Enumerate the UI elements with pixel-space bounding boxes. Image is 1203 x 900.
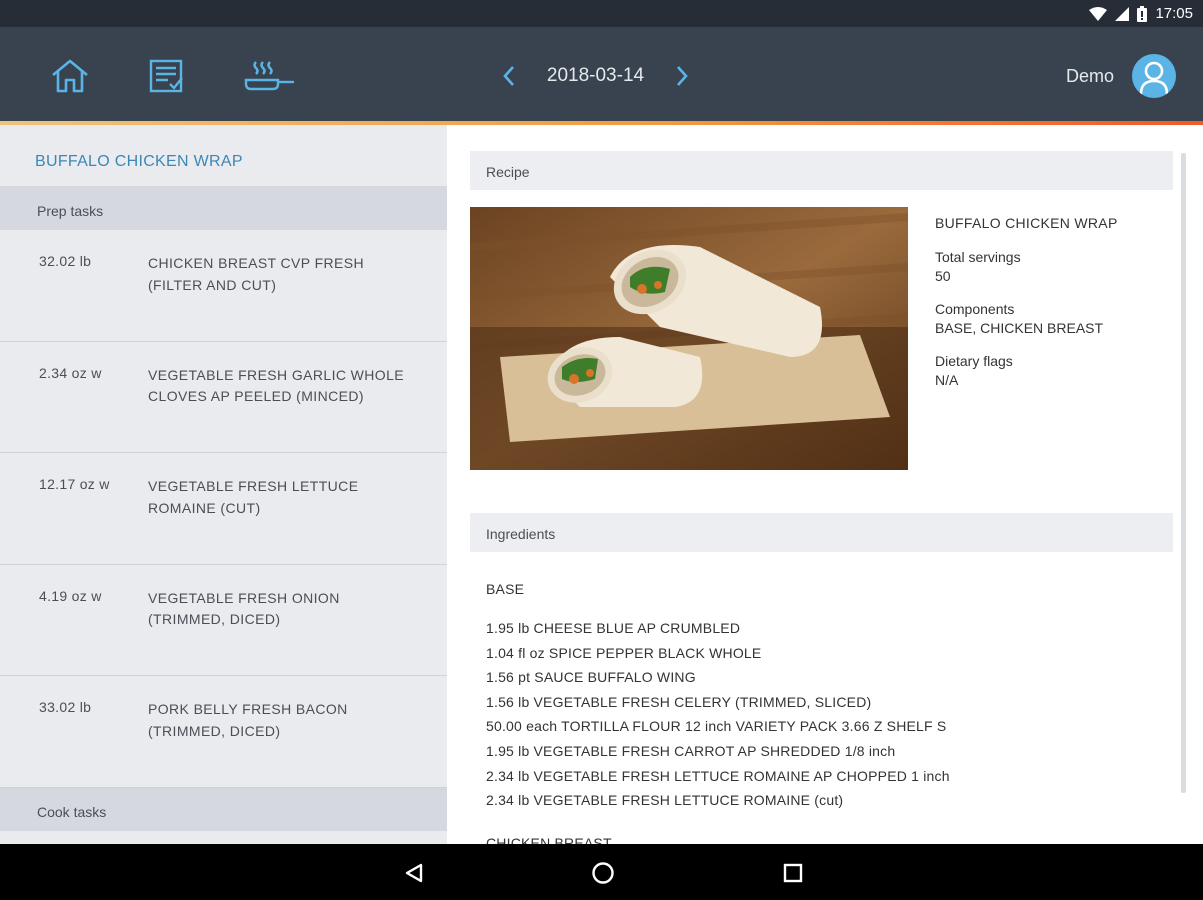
task-description: PORK BELLY FRESH BACON (TRIMMED, DICED)	[148, 701, 348, 739]
task-list-panel: BUFFALO CHICKEN WRAP Prep tasks 32.02 lb…	[0, 125, 447, 844]
current-date[interactable]: 2018-03-14	[523, 65, 668, 87]
back-icon[interactable]	[399, 858, 429, 888]
task-row[interactable]: 12.17 oz w VEGETABLE FRESH LETTUCE ROMAI…	[0, 453, 447, 565]
home-icon[interactable]	[48, 57, 92, 95]
dietary-flags-value: N/A	[935, 372, 959, 388]
components-value: BASE, CHICKEN BREAST	[935, 320, 1104, 336]
task-description: VEGETABLE FRESH ONION (TRIMMED, DICED)	[148, 589, 340, 628]
task-description: VEGETABLE FRESH LETTUCE ROMAINE (CUT)	[148, 478, 359, 516]
user-icon	[1139, 61, 1169, 95]
recipe-title[interactable]: BUFFALO CHICKEN WRAP	[0, 125, 447, 187]
ingredient-item: 1.95 lb CHEESE BLUE AP CRUMBLED	[486, 620, 741, 636]
ingredient-item: 1.95 lb VEGETABLE FRESH CARROT AP SHREDD…	[486, 742, 896, 759]
app-header: 2018-03-14 Demo	[0, 27, 1203, 124]
ingredient-item: 50.00 each TORTILLA FLOUR 12 inch VARIET…	[486, 718, 947, 735]
ingredients-list: BASE 1.95 lb CHEESE BLUE AP CRUMBLED 1.0…	[486, 581, 1166, 844]
task-row[interactable]: 4.19 oz w VEGETABLE FRESH ONION (TRIMMED…	[0, 564, 447, 676]
ingredient-group-name: BASE	[486, 581, 525, 597]
ingredient-item: 2.34 lb VEGETABLE FRESH LETTUCE ROMAINE …	[486, 767, 950, 784]
ingredient-item: 1.56 pt SAUCE BUFFALO WING	[486, 669, 696, 686]
date-navigator: 2018-03-14	[495, 53, 696, 99]
servings-label: Total servings	[935, 249, 1021, 265]
checklist-icon[interactable]	[144, 57, 188, 95]
task-quantity: 12.17 oz w	[39, 476, 110, 492]
ingredients-section-heading: Ingredients	[470, 513, 1173, 552]
task-quantity: 4.19 oz w	[39, 587, 102, 604]
user-name: Demo	[1065, 65, 1114, 86]
recipe-name: BUFFALO CHICKEN WRAP	[935, 215, 1118, 231]
home-circle-icon[interactable]	[588, 858, 618, 888]
recipe-detail-panel[interactable]: Recipe BUFFALO CHICKEN WRAP Total servin…	[447, 125, 1203, 844]
chevron-left-icon[interactable]	[495, 56, 523, 96]
recents-icon[interactable]	[778, 858, 808, 888]
task-description: VEGETABLE FRESH GARLIC WHOLE CLOVES AP P…	[148, 366, 404, 405]
signal-icon	[1115, 6, 1130, 21]
system-nav-bar	[0, 844, 1203, 900]
status-bar: 17:05	[0, 0, 1203, 27]
task-row[interactable]: 32.02 lb CHICKEN BREAST CVP FRESH (FILTE…	[0, 230, 447, 342]
status-time: 17:05	[1155, 5, 1193, 22]
user-menu[interactable]: Demo	[1066, 54, 1176, 98]
recipe-photo	[470, 207, 908, 470]
servings-value: 50	[935, 268, 951, 284]
ingredient-group-name: CHICKEN BREAST	[486, 834, 612, 844]
ingredient-item: 1.56 lb VEGETABLE FRESH CELERY (TRIMMED,…	[486, 693, 872, 710]
task-row[interactable]: 2.34 oz w VEGETABLE FRESH GARLIC WHOLE C…	[0, 341, 447, 453]
task-quantity: 2.34 oz w	[39, 364, 102, 381]
recipe-section-heading: Recipe	[470, 151, 1173, 190]
task-description: CHICKEN BREAST CVP FRESH (FILTER AND CUT…	[148, 255, 365, 293]
task-row[interactable]: 33.02 lb PORK BELLY FRESH BACON (TRIMMED…	[0, 676, 447, 788]
ingredient-item: 2.34 lb VEGETABLE FRESH LETTUCE ROMAINE …	[486, 792, 844, 809]
chevron-right-icon[interactable]	[668, 56, 696, 96]
dietary-flags-label: Dietary flags	[935, 353, 1013, 369]
task-quantity: 33.02 lb	[39, 699, 92, 715]
avatar[interactable]	[1132, 54, 1176, 98]
prep-tasks-heading: Prep tasks	[0, 187, 447, 230]
cook-tasks-heading: Cook tasks	[0, 787, 447, 831]
components-label: Components	[935, 301, 1015, 317]
battery-icon	[1137, 5, 1148, 22]
wifi-icon	[1089, 6, 1108, 21]
cooking-pan-icon[interactable]	[244, 57, 296, 95]
task-quantity: 32.02 lb	[39, 253, 92, 269]
recipe-summary: BUFFALO CHICKEN WRAP Total servings 50 C…	[935, 215, 1185, 405]
scrollbar[interactable]	[1181, 153, 1186, 793]
ingredient-item: 1.04 fl oz SPICE PEPPER BLACK WHOLE	[486, 644, 762, 661]
